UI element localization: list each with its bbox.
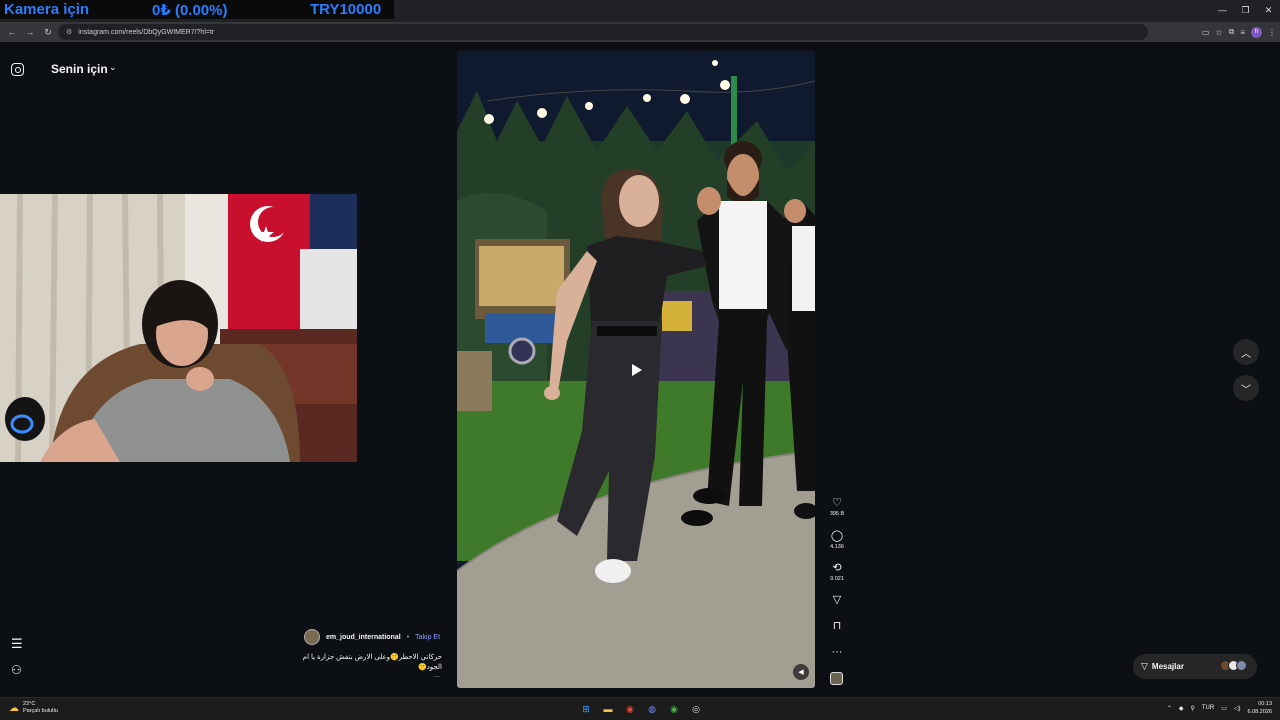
reel-video[interactable]: ◀ bbox=[457, 51, 815, 688]
chrome-icon[interactable]: ◉ bbox=[622, 701, 638, 717]
chevron-down-icon: ﹀ bbox=[1241, 384, 1251, 396]
language-indicator[interactable]: TUR bbox=[1202, 705, 1214, 711]
forward-button[interactable]: → bbox=[21, 23, 39, 41]
comment-count: 4.136 bbox=[830, 544, 844, 550]
partly-cloudy-icon: ☁ bbox=[9, 702, 19, 714]
more-icon[interactable]: ··· bbox=[826, 646, 848, 658]
toolbar-actions: ▭ ☆ ⧉ ≡ h ⋮ bbox=[1202, 23, 1276, 41]
comment-icon[interactable]: ◯ bbox=[826, 530, 848, 542]
volume-icon[interactable]: ◁) bbox=[1234, 705, 1241, 712]
microphone-icon[interactable]: ⚲ bbox=[1190, 705, 1194, 712]
browser-menu-icon[interactable]: ⋮ bbox=[1268, 28, 1276, 37]
discord-icon[interactable]: ◍ bbox=[644, 701, 660, 717]
tab-search-icon[interactable]: ≡ bbox=[1240, 28, 1245, 37]
more-action[interactable]: ··· bbox=[826, 646, 848, 658]
network-icon[interactable]: ▭ bbox=[1221, 705, 1227, 712]
taskbar-apps: ⊞ ▬ ◉ ◍ ◉ ◎ bbox=[578, 701, 704, 717]
play-icon[interactable] bbox=[632, 364, 642, 376]
file-explorer-icon[interactable]: ▬ bbox=[600, 701, 616, 717]
webcam-feed bbox=[0, 194, 357, 462]
like-action[interactable]: ♡ 395 B bbox=[826, 497, 848, 517]
hamburger-icon[interactable]: ☰ bbox=[11, 636, 23, 652]
reload-button[interactable]: ↻ bbox=[39, 23, 57, 41]
webcam-scene bbox=[0, 194, 357, 462]
weather-desc: Parçalı bulutlu bbox=[23, 708, 58, 714]
bookmark-star-icon[interactable]: ☆ bbox=[1215, 28, 1222, 37]
screen: — ❐ ✕ Kamera için 0₺ (0.00%) TRY10000 ← … bbox=[0, 0, 1280, 720]
feed-title[interactable]: Senin için bbox=[51, 62, 108, 76]
caption-more-button[interactable]: ... bbox=[434, 672, 440, 679]
author-username[interactable]: em_joud_international bbox=[326, 634, 401, 641]
bookmark-icon[interactable]: ⊓ bbox=[826, 620, 848, 632]
comment-action[interactable]: ◯ 4.136 bbox=[826, 530, 848, 550]
clock[interactable]: 00:13 6.08.2026 bbox=[1248, 700, 1272, 716]
weather-widget[interactable]: ☁ 23°C Parçalı bulutlu bbox=[9, 701, 58, 715]
tray-app-icon[interactable]: ◆ bbox=[1179, 705, 1184, 712]
previous-reel-button[interactable]: ︿ bbox=[1233, 339, 1259, 365]
overlay-label: Kamera için bbox=[4, 1, 90, 18]
save-action[interactable]: ⊓ bbox=[826, 620, 848, 632]
windows-taskbar: ☁ 23°C Parçalı bulutlu ⊞ ▬ ◉ ◍ ◉ ◎ ⌃ ◆ ⚲… bbox=[0, 697, 1280, 720]
send-icon[interactable]: ▽ bbox=[826, 594, 848, 606]
chevron-up-icon: ︿ bbox=[1241, 348, 1251, 360]
system-tray: ⌃ ◆ ⚲ TUR ▭ ◁) 00:13 6.08.2026 bbox=[1167, 700, 1272, 716]
back-button[interactable]: ← bbox=[3, 23, 21, 41]
repost-action[interactable]: ⟲ 9.021 bbox=[826, 562, 848, 582]
message-avatars bbox=[1220, 660, 1247, 671]
messages-button[interactable]: ▽ Mesajlar bbox=[1133, 654, 1257, 679]
clock-time: 00:13 bbox=[1258, 701, 1272, 707]
chevron-down-icon[interactable]: ⌄ bbox=[109, 62, 117, 73]
site-info-icon[interactable]: ⚙ bbox=[66, 28, 72, 36]
author-avatar[interactable] bbox=[304, 629, 320, 645]
minimize-button[interactable]: — bbox=[1211, 0, 1234, 20]
meta-icon[interactable]: ⚇ bbox=[11, 663, 22, 677]
avatar bbox=[1236, 660, 1247, 671]
overlay-amount: 0₺ (0.00%) bbox=[152, 1, 228, 19]
start-icon[interactable]: ⊞ bbox=[578, 701, 594, 717]
audio-thumbnail[interactable] bbox=[830, 672, 843, 685]
overlay-goal: TRY10000 bbox=[310, 1, 382, 18]
reel-caption: حركاتي الاحطر🤫وعلى الارض بتفش جزارة يا ا… bbox=[302, 654, 442, 671]
next-reel-button[interactable]: ﹀ bbox=[1233, 375, 1259, 401]
stream-goal-overlay: Kamera için 0₺ (0.00%) TRY10000 bbox=[0, 0, 394, 19]
heart-icon[interactable]: ♡ bbox=[826, 497, 848, 509]
clock-date: 6.08.2026 bbox=[1247, 709, 1272, 715]
messages-label: Mesajlar bbox=[1151, 662, 1184, 671]
window-controls: — ❐ ✕ bbox=[1211, 0, 1280, 20]
follow-button[interactable]: Takip Et bbox=[415, 634, 440, 641]
separator-dot: • bbox=[406, 633, 410, 641]
browser-toolbar: ← → ↻ ⚙ instagram.com/reels/DbQyGWIMER7/… bbox=[0, 22, 1280, 42]
cast-icon[interactable]: ▭ bbox=[1202, 28, 1210, 37]
like-count: 395 B bbox=[829, 511, 845, 517]
reel-author: em_joud_international • Takip Et bbox=[304, 629, 440, 645]
repost-count: 9.021 bbox=[830, 576, 844, 582]
restore-button[interactable]: ❐ bbox=[1234, 0, 1257, 20]
address-bar[interactable]: ⚙ instagram.com/reels/DbQyGWIMER7/?hl=tr bbox=[58, 24, 1148, 40]
send-icon: ▽ bbox=[1141, 661, 1148, 671]
speaker-icon[interactable]: ◀ bbox=[793, 664, 809, 680]
extensions-icon[interactable]: ⧉ bbox=[1229, 27, 1235, 37]
instagram-icon[interactable] bbox=[11, 63, 24, 76]
url-text: instagram.com/reels/DbQyGWIMER7/?hl=tr bbox=[78, 28, 215, 36]
weather-temp: 23°C bbox=[23, 701, 36, 707]
tray-overflow-icon[interactable]: ⌃ bbox=[1167, 705, 1172, 712]
close-button[interactable]: ✕ bbox=[1257, 0, 1280, 20]
profile-avatar[interactable]: h bbox=[1251, 26, 1262, 38]
share-action[interactable]: ▽ bbox=[826, 594, 848, 606]
chrome-profile-icon[interactable]: ◉ bbox=[666, 701, 682, 717]
repost-icon[interactable]: ⟲ bbox=[826, 562, 848, 574]
obs-icon[interactable]: ◎ bbox=[688, 701, 704, 717]
